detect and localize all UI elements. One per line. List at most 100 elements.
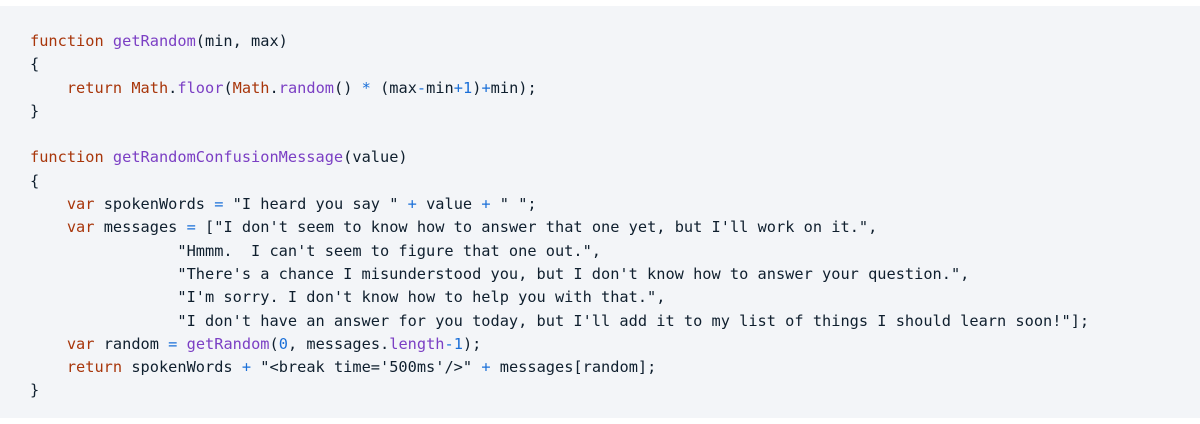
plain-token: (min, max) (195, 32, 288, 50)
code-line: } (30, 379, 1200, 402)
operator-token: * (361, 78, 371, 97)
code-line: return spokenWords + "<break time='500ms… (30, 356, 1200, 379)
string-token: "I heard you say " (232, 195, 399, 214)
plain-token: ; (527, 195, 537, 214)
plain-token: min (426, 78, 454, 97)
keyword-token: function (30, 148, 104, 167)
function-name-token: getRandom (112, 32, 196, 50)
operator-token: + (481, 195, 491, 214)
function-name-token: length (389, 334, 445, 353)
plain-token: , (868, 218, 878, 237)
plain-token: spokenWords (122, 358, 242, 377)
code-line: "I'm sorry. I don't know how to help you… (30, 286, 1200, 309)
keyword-token: var (66, 218, 95, 237)
string-token: "Hmmm. I can't seem to figure that one o… (177, 241, 592, 260)
plain-token: , messages. (287, 334, 390, 353)
plain-token: random (94, 334, 169, 353)
keyword-token: var (66, 195, 95, 214)
plain-token: ]; (1070, 311, 1090, 330)
code-listing[interactable]: function getRandom(min, max){ return Mat… (30, 30, 1200, 403)
keyword-token: function (30, 32, 104, 50)
keyword-token: Math (232, 78, 270, 97)
code-line: var random = getRandom(0, messages.lengt… (30, 333, 1200, 356)
plain-token: ( (269, 334, 279, 353)
code-line: { (30, 170, 1200, 193)
string-token: "I don't seem to know how to answer that… (214, 218, 869, 237)
plain-token: spokenWords (94, 195, 215, 214)
operator-token: + (453, 78, 463, 97)
function-name-token: getRandom (186, 334, 270, 353)
plain-token: value (416, 195, 482, 214)
plain-token: messages (94, 218, 187, 237)
string-token: "I don't have an answer for you today, b… (177, 311, 1071, 330)
string-token: "<break time='500ms'/>" (260, 358, 473, 377)
function-name-token: getRandomConfusionMessage (112, 148, 344, 167)
code-line: } (30, 100, 1200, 123)
code-line: function getRandom(min, max) (30, 30, 1200, 53)
plain-token: messages[random]; (490, 358, 657, 377)
plain-token: ( (223, 78, 233, 97)
plain-token: min); (490, 78, 537, 97)
code-line: var messages = ["I don't seem to know ho… (30, 216, 1200, 239)
keyword-token: return (66, 358, 123, 377)
keyword-token: Math (131, 78, 169, 97)
code-line: var spokenWords = "I heard you say " + v… (30, 193, 1200, 216)
plain-token: } (30, 101, 40, 120)
code-line: return Math.floor(Math.random() * (max-m… (30, 77, 1200, 100)
operator-token: = (168, 334, 178, 353)
operator-token: + (481, 78, 491, 97)
operator-token: + (241, 358, 252, 377)
string-token: " " (499, 195, 528, 214)
operator-token: + (481, 358, 491, 377)
keyword-token: return (66, 78, 123, 97)
number-token: 1 (453, 334, 463, 353)
operator-token: - (416, 78, 427, 97)
plain-token: , (591, 241, 602, 260)
code-line: "There's a chance I misunderstood you, b… (30, 263, 1200, 286)
plain-token: . (168, 78, 178, 97)
number-token: 0 (278, 334, 288, 353)
plain-token: , (656, 288, 666, 307)
plain-token: { (30, 55, 40, 74)
code-block: function getRandom(min, max){ return Mat… (0, 6, 1200, 418)
plain-token: (value) (343, 148, 408, 167)
code-line: { (30, 53, 1200, 76)
plain-token: { (30, 171, 40, 190)
plain-token: [ (195, 218, 215, 237)
operator-token: + (407, 195, 417, 214)
plain-token: (max (370, 78, 417, 97)
plain-token: , (960, 264, 970, 283)
operator-token: - (444, 334, 454, 353)
code-line: function getRandomConfusionMessage(value… (30, 146, 1200, 169)
string-token: "I'm sorry. I don't know how to help you… (177, 288, 657, 307)
code-line: "Hmmm. I can't seem to figure that one o… (30, 240, 1200, 263)
function-name-token: random (278, 78, 334, 97)
plain-token: } (30, 381, 40, 400)
code-line: "I don't have an answer for you today, b… (30, 310, 1200, 333)
keyword-token: var (66, 334, 95, 353)
plain-token: () (334, 78, 362, 97)
function-name-token: floor (177, 78, 224, 97)
string-token: "There's a chance I misunderstood you, b… (177, 264, 961, 283)
operator-token: = (186, 218, 196, 237)
plain-token: . (269, 78, 279, 97)
number-token: 1 (463, 78, 473, 97)
